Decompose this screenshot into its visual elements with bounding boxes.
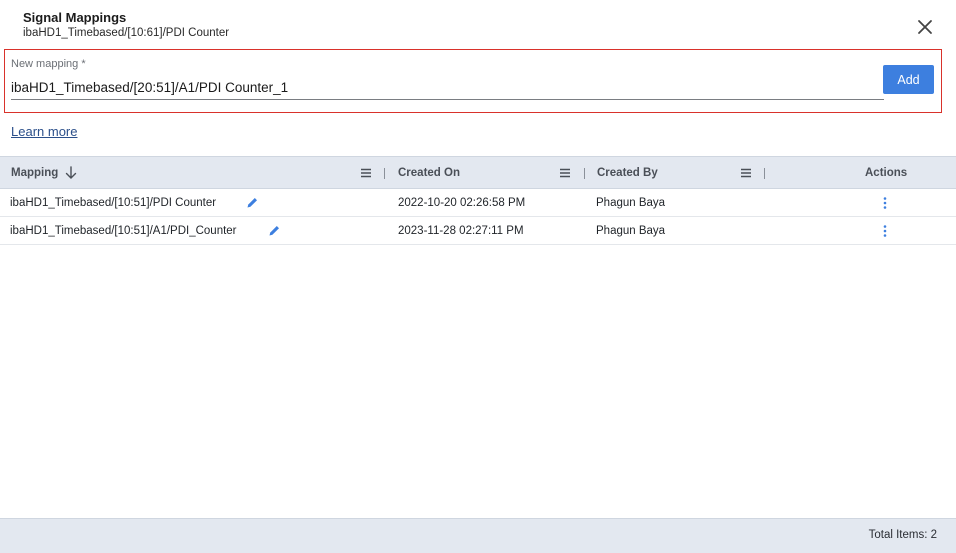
created-on-cell: 2023-11-28 02:27:11 PM	[398, 225, 524, 237]
mapping-cell: ibaHD1_Timebased/[10:51]/PDI Counter	[10, 197, 217, 209]
more-actions-icon[interactable]	[882, 224, 888, 238]
grid-footer: Total Items: 2	[0, 518, 956, 553]
column-separator[interactable]	[584, 168, 585, 179]
edit-pencil-icon[interactable]	[246, 196, 259, 209]
mappings-grid: Mapping Created On Created By Actions ib…	[0, 156, 956, 245]
column-separator[interactable]	[384, 168, 385, 179]
grid-header: Mapping Created On Created By Actions	[0, 156, 956, 189]
edit-pencil-icon[interactable]	[268, 224, 281, 237]
column-header-created-by[interactable]: Created By	[597, 157, 658, 189]
table-row[interactable]: ibaHD1_Timebased/[10:51]/PDI Counter 202…	[0, 189, 956, 217]
new-mapping-label: New mapping *	[11, 58, 86, 70]
new-mapping-panel: New mapping * Add	[4, 49, 942, 113]
column-header-created-on[interactable]: Created On	[398, 157, 460, 189]
new-mapping-input[interactable]	[11, 76, 884, 100]
total-items-label: Total Items: 2	[868, 529, 937, 541]
created-by-cell: Phagun Baya	[596, 197, 666, 209]
column-separator[interactable]	[764, 168, 765, 179]
column-menu-icon[interactable]	[360, 167, 372, 179]
sort-descending-icon[interactable]	[65, 166, 77, 180]
dialog-header: Signal Mappings ibaHD1_Timebased/[10:61]…	[0, 0, 956, 48]
more-actions-icon[interactable]	[882, 196, 888, 210]
column-header-actions: Actions	[865, 167, 908, 179]
close-button[interactable]	[914, 16, 936, 38]
mapping-cell: ibaHD1_Timebased/[10:51]/A1/PDI_Counter	[10, 225, 237, 237]
created-by-cell: Phagun Baya	[596, 225, 666, 237]
dialog-title: Signal Mappings	[23, 10, 127, 25]
dialog-subtitle: ibaHD1_Timebased/[10:61]/PDI Counter	[23, 27, 230, 39]
column-menu-icon[interactable]	[559, 167, 571, 179]
add-button[interactable]: Add	[883, 65, 934, 94]
close-icon	[918, 20, 932, 34]
column-menu-icon[interactable]	[740, 167, 752, 179]
learn-more-link[interactable]: Learn more	[11, 124, 77, 139]
column-header-mapping[interactable]: Mapping	[11, 157, 58, 189]
created-on-cell: 2022-10-20 02:26:58 PM	[398, 197, 526, 209]
table-row[interactable]: ibaHD1_Timebased/[10:51]/A1/PDI_Counter …	[0, 217, 956, 245]
